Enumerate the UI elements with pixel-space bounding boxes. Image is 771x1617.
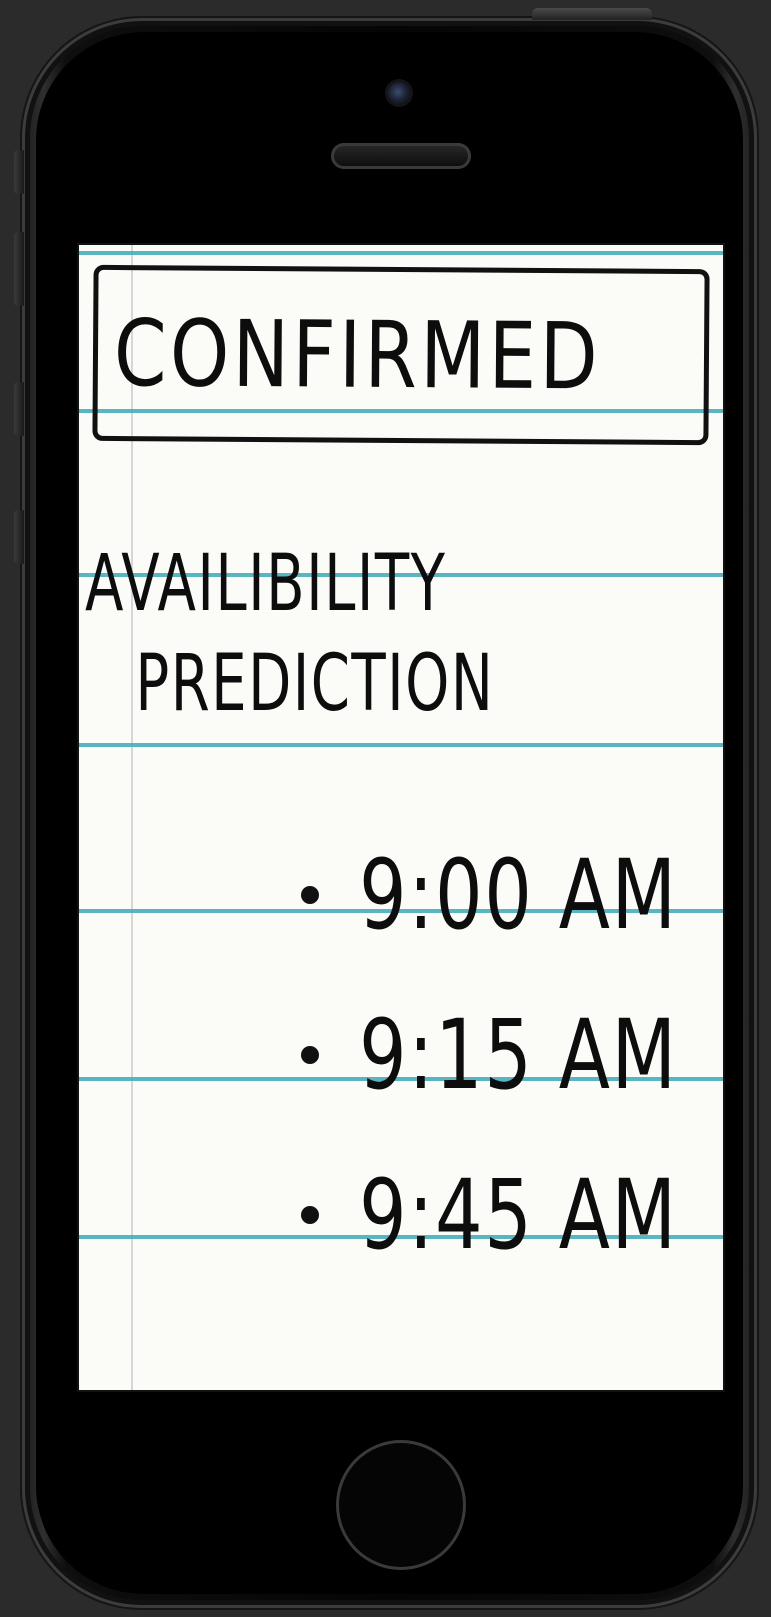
time-slot-label: 9:15 AM — [359, 999, 678, 1111]
ruled-line — [79, 251, 723, 255]
bullet-icon — [301, 1206, 319, 1224]
confirmed-banner: CONFIRMED — [92, 264, 710, 446]
ruled-line — [79, 743, 723, 747]
bullet-icon — [301, 886, 319, 904]
power-button[interactable] — [532, 8, 652, 20]
front-camera-icon — [388, 82, 410, 104]
heading-line-1: AVAILIBILITY — [85, 539, 447, 629]
time-slot-label: 9:45 AM — [359, 1159, 678, 1271]
time-slot-item[interactable]: 9:45 AM — [301, 1135, 723, 1295]
time-slot-list: 9:00 AM 9:15 AM 9:45 AM — [301, 815, 723, 1295]
earpiece-speaker-icon — [331, 143, 471, 169]
screen-sketch: CONFIRMED AVAILIBILITY PREDICTION 9:00 A… — [77, 243, 725, 1392]
bullet-icon — [301, 1046, 319, 1064]
time-slot-item[interactable]: 9:15 AM — [301, 975, 723, 1135]
confirmed-title: CONFIRMED — [113, 299, 602, 410]
mute-switch[interactable] — [14, 150, 24, 194]
availability-heading: AVAILIBILITY PREDICTION — [85, 535, 653, 735]
volume-up-button[interactable] — [14, 232, 24, 306]
side-button[interactable] — [14, 510, 24, 564]
time-slot-label: 9:00 AM — [359, 839, 678, 951]
heading-line-2: PREDICTION — [135, 638, 495, 729]
time-slot-item[interactable]: 9:00 AM — [301, 815, 723, 975]
volume-down-button[interactable] — [14, 382, 24, 436]
home-button-icon[interactable] — [336, 1440, 466, 1570]
